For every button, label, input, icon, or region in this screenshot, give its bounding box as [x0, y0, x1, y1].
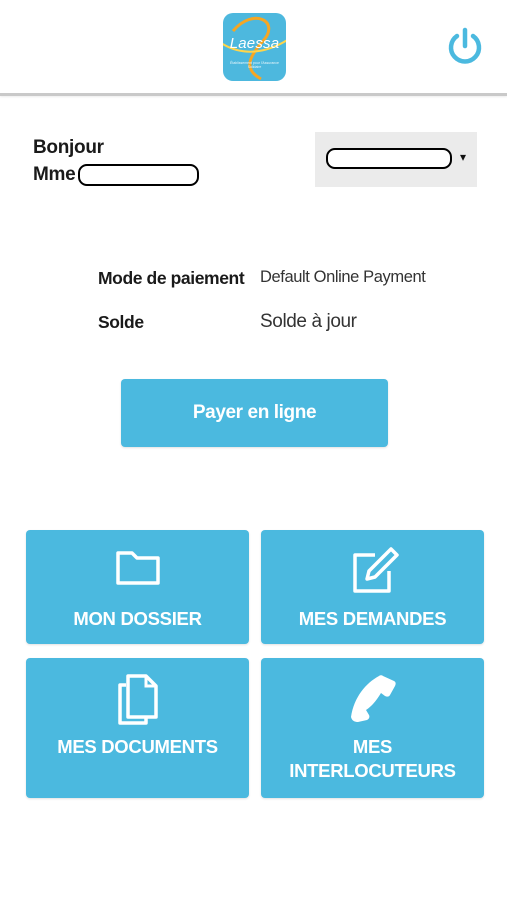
- phone-icon: [261, 673, 484, 723]
- pay-online-button[interactable]: Payer en ligne: [121, 379, 388, 447]
- redacted-name: [78, 163, 200, 186]
- chevron-down-icon: ▾: [460, 150, 467, 164]
- logo-text: Laessa: [229, 35, 280, 52]
- payment-mode-value: Default Online Payment: [260, 268, 426, 286]
- redacted-account: [326, 148, 452, 169]
- app-header: Laessa Établissement pour l'Assurance So…: [0, 0, 507, 96]
- tile-label-line1: MES: [352, 736, 393, 757]
- edit-icon: [261, 547, 484, 595]
- payment-mode-label: Mode de paiement: [98, 268, 245, 288]
- tile-mes-demandes[interactable]: MES DEMANDES: [261, 530, 484, 644]
- greeting: Bonjour Mme: [33, 134, 200, 188]
- customer-title: Mme: [33, 164, 76, 185]
- laessa-logo: Laessa Établissement pour l'Assurance So…: [223, 13, 286, 81]
- greeting-line: Bonjour: [33, 137, 104, 158]
- tile-label-line2: INTERLOCUTEURS: [289, 760, 456, 781]
- tile-mon-dossier[interactable]: MON DOSSIER: [26, 530, 249, 644]
- balance-label: Solde: [98, 312, 144, 332]
- power-icon[interactable]: [446, 27, 484, 65]
- customer-name-line: Mme: [33, 161, 200, 188]
- logo-tagline: Établissement pour l'Assurance Solidaire: [230, 61, 279, 69]
- tile-label: MES DEMANDES: [298, 608, 447, 629]
- tile-label: MON DOSSIER: [73, 608, 202, 629]
- tile-label: MES DOCUMENTS: [57, 736, 218, 757]
- folder-icon: [26, 547, 249, 587]
- balance-value: Solde à jour: [260, 311, 357, 332]
- account-select[interactable]: ▾: [315, 132, 477, 187]
- tile-mes-interlocuteurs[interactable]: MES INTERLOCUTEURS: [261, 658, 484, 798]
- tile-mes-documents[interactable]: MES DOCUMENTS: [26, 658, 249, 798]
- documents-icon: [26, 673, 249, 725]
